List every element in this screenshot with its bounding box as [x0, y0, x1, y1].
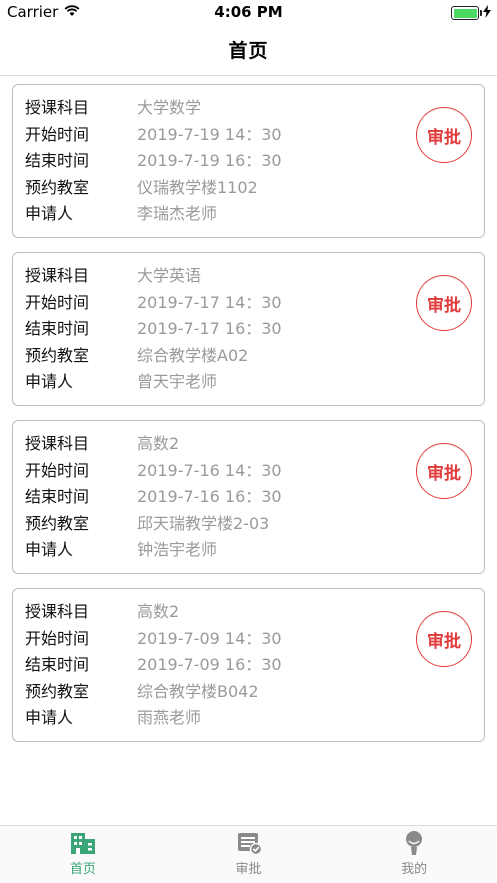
room-value: 仪瑞教学楼1102	[137, 178, 258, 197]
end-time-row: 结束时间 2019-7-16 16：30	[25, 484, 282, 510]
end-time-value: 2019-7-09 16：30	[137, 655, 282, 674]
subject-label: 授课科目	[25, 98, 90, 117]
start-time-value: 2019-7-17 14：30	[137, 293, 282, 312]
applicant-value: 钟浩宇老师	[137, 540, 218, 559]
end-time-label: 结束时间	[25, 655, 90, 674]
subject-value: 高数2	[137, 602, 180, 621]
approve-button[interactable]: 审批	[416, 275, 472, 331]
start-time-label: 开始时间	[25, 629, 90, 648]
approval-icon	[235, 830, 263, 856]
room-row: 预约教室 仪瑞教学楼1102	[25, 175, 258, 201]
applicant-row: 申请人 李瑞杰老师	[25, 201, 217, 227]
approve-button[interactable]: 审批	[416, 443, 472, 499]
start-time-row: 开始时间 2019-7-19 14：30	[25, 122, 282, 148]
subject-row: 授课科目 高数2	[25, 431, 179, 457]
applicant-row: 申请人 雨燕老师	[25, 705, 201, 731]
subject-value: 大学英语	[137, 266, 202, 285]
request-card: 授课科目 大学英语 开始时间 2019-7-17 14：30 结束时间 2019-7-…	[12, 252, 485, 406]
start-time-label: 开始时间	[25, 125, 90, 144]
room-row: 预约教室 综合教学楼B042	[25, 679, 259, 705]
tab-approval[interactable]: 审批	[166, 826, 332, 883]
request-card: 授课科目 高数2 开始时间 2019-7-09 14：30 结束时间 2019-7-0…	[12, 588, 485, 742]
room-value: 综合教学楼B042	[137, 682, 259, 701]
end-time-row: 结束时间 2019-7-17 16：30	[25, 316, 282, 342]
subject-row: 授课科目 大学英语	[25, 263, 201, 289]
end-time-label: 结束时间	[25, 487, 90, 506]
subject-value: 大学数学	[137, 98, 202, 117]
page-title: 首页	[228, 40, 269, 62]
end-time-label: 结束时间	[25, 151, 90, 170]
room-row: 预约教室 邱天瑞教学楼2-03	[25, 511, 269, 537]
tab-profile[interactable]: 我的	[331, 826, 497, 883]
request-card: 授课科目 大学数学 开始时间 2019-7-19 14：30 结束时间 2019-7-…	[12, 84, 485, 238]
applicant-label: 申请人	[25, 708, 74, 727]
start-time-value: 2019-7-16 14：30	[137, 461, 282, 480]
tab-approval-label: 审批	[235, 862, 262, 877]
status-right	[451, 4, 491, 22]
applicant-value: 李瑞杰老师	[137, 204, 218, 223]
applicant-value: 曾天宇老师	[137, 372, 218, 391]
subject-row: 授课科目 高数2	[25, 599, 179, 625]
subject-label: 授课科目	[25, 434, 90, 453]
room-label: 预约教室	[25, 346, 90, 365]
end-time-row: 结束时间 2019-7-09 16：30	[25, 652, 282, 678]
subject-row: 授课科目 大学数学	[25, 95, 201, 121]
tab-profile-label: 我的	[401, 862, 428, 877]
applicant-label: 申请人	[25, 540, 74, 559]
charging-icon	[483, 4, 491, 22]
room-value: 邱天瑞教学楼2-03	[137, 514, 270, 533]
start-time-row: 开始时间 2019-7-16 14：30	[25, 458, 282, 484]
approve-button[interactable]: 审批	[416, 611, 472, 667]
subject-label: 授课科目	[25, 266, 90, 285]
building-icon	[69, 830, 97, 856]
battery-icon	[451, 6, 482, 20]
room-row: 预约教室 综合教学楼A02	[25, 343, 248, 369]
room-label: 预约教室	[25, 514, 90, 533]
subject-value: 高数2	[137, 434, 180, 453]
applicant-value: 雨燕老师	[137, 708, 202, 727]
status-bar: Carrier 4:06 PM	[0, 0, 497, 24]
start-time-label: 开始时间	[25, 461, 90, 480]
request-card: 授课科目 高数2 开始时间 2019-7-16 14：30 结束时间 2019-7-1…	[12, 420, 485, 574]
end-time-value: 2019-7-17 16：30	[137, 319, 282, 338]
start-time-value: 2019-7-09 14：30	[137, 629, 282, 648]
end-time-label: 结束时间	[25, 319, 90, 338]
end-time-value: 2019-7-16 16：30	[137, 487, 282, 506]
room-value: 综合教学楼A02	[137, 346, 249, 365]
profile-icon	[400, 830, 428, 856]
start-time-value: 2019-7-19 14：30	[137, 125, 282, 144]
tab-home-label: 首页	[69, 862, 96, 877]
applicant-label: 申请人	[25, 372, 74, 391]
applicant-row: 申请人 钟浩宇老师	[25, 537, 217, 563]
end-time-row: 结束时间 2019-7-19 16：30	[25, 148, 282, 174]
navigation-bar: 首页	[0, 24, 497, 76]
start-time-label: 开始时间	[25, 293, 90, 312]
start-time-row: 开始时间 2019-7-17 14：30	[25, 290, 282, 316]
end-time-value: 2019-7-19 16：30	[137, 151, 282, 170]
applicant-row: 申请人 曾天宇老师	[25, 369, 217, 395]
start-time-row: 开始时间 2019-7-09 14：30	[25, 626, 282, 652]
status-time: 4:06 PM	[214, 3, 283, 21]
room-label: 预约教室	[25, 178, 90, 197]
tab-home[interactable]: 首页	[0, 826, 166, 883]
applicant-label: 申请人	[25, 204, 74, 223]
tab-bar: 首页 审批 我的	[0, 825, 497, 883]
room-label: 预约教室	[25, 682, 90, 701]
approve-button[interactable]: 审批	[416, 107, 472, 163]
subject-label: 授课科目	[25, 602, 90, 621]
